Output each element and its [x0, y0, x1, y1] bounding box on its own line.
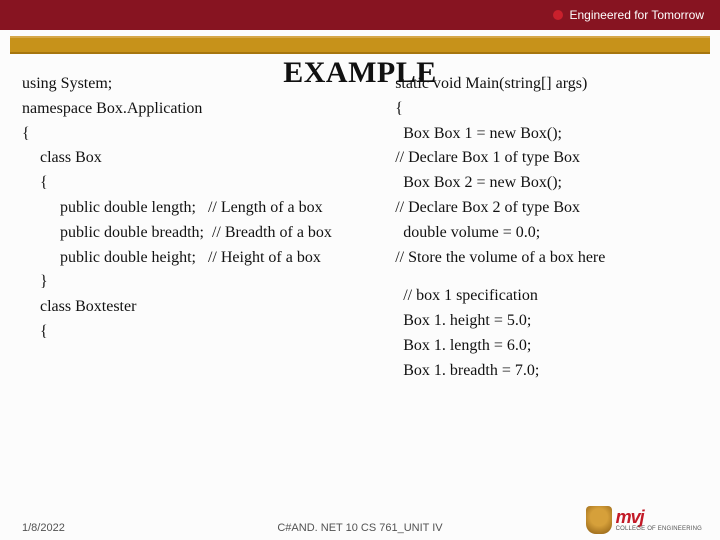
accent-bar	[10, 36, 710, 54]
logo-main-text: mvj	[616, 508, 702, 526]
content-area: using System; namespace Box.Application …	[0, 72, 720, 384]
code-line: Box 1. length = 6.0;	[395, 334, 702, 359]
footer-date: 1/8/2022	[22, 522, 65, 534]
code-line: class Box	[22, 146, 381, 171]
code-line: public double breadth; // Breadth of a b…	[22, 221, 381, 246]
tagline-text: Engineered for Tomorrow	[569, 8, 704, 22]
code-line: // Declare Box 1 of type Box	[395, 146, 702, 171]
code-line: Box Box 2 = new Box();	[395, 171, 702, 196]
spacer	[395, 270, 702, 284]
crest-icon	[586, 506, 612, 534]
code-line: }	[22, 270, 381, 295]
code-line: {	[22, 320, 381, 345]
logo-text: mvj COLLEGE OF ENGINEERING	[616, 508, 702, 532]
brand-dot-icon	[553, 10, 563, 20]
code-column-left: using System; namespace Box.Application …	[22, 72, 389, 384]
code-line: {	[22, 171, 381, 196]
footer-logo: mvj COLLEGE OF ENGINEERING	[586, 506, 702, 534]
tagline-wrap: Engineered for Tomorrow	[553, 8, 704, 22]
code-line: double volume = 0.0;	[395, 221, 702, 246]
code-line: {	[395, 97, 702, 122]
code-line: class Boxtester	[22, 295, 381, 320]
code-line: static void Main(string[] args)	[395, 72, 702, 97]
code-line: public double height; // Height of a box	[22, 246, 381, 271]
footer: 1/8/2022 C#AND. NET 10 CS 761_UNIT IV mv…	[0, 506, 720, 534]
code-line: // Store the volume of a box here	[395, 246, 702, 271]
code-line: Box Box 1 = new Box();	[395, 122, 702, 147]
top-bar: Engineered for Tomorrow	[0, 0, 720, 30]
code-line: namespace Box.Application	[22, 97, 381, 122]
code-line: Box 1. breadth = 7.0;	[395, 359, 702, 384]
code-line: // Declare Box 2 of type Box	[395, 196, 702, 221]
code-line: Box 1. height = 5.0;	[395, 309, 702, 334]
footer-center-text: C#AND. NET 10 CS 761_UNIT IV	[277, 522, 442, 534]
logo-sub-text: COLLEGE OF ENGINEERING	[616, 526, 702, 532]
code-line: // box 1 specification	[395, 284, 702, 309]
code-line: using System;	[22, 72, 381, 97]
code-column-right: static void Main(string[] args) { Box Bo…	[389, 72, 702, 384]
code-line: public double length; // Length of a box	[22, 196, 381, 221]
code-line: {	[22, 122, 381, 147]
